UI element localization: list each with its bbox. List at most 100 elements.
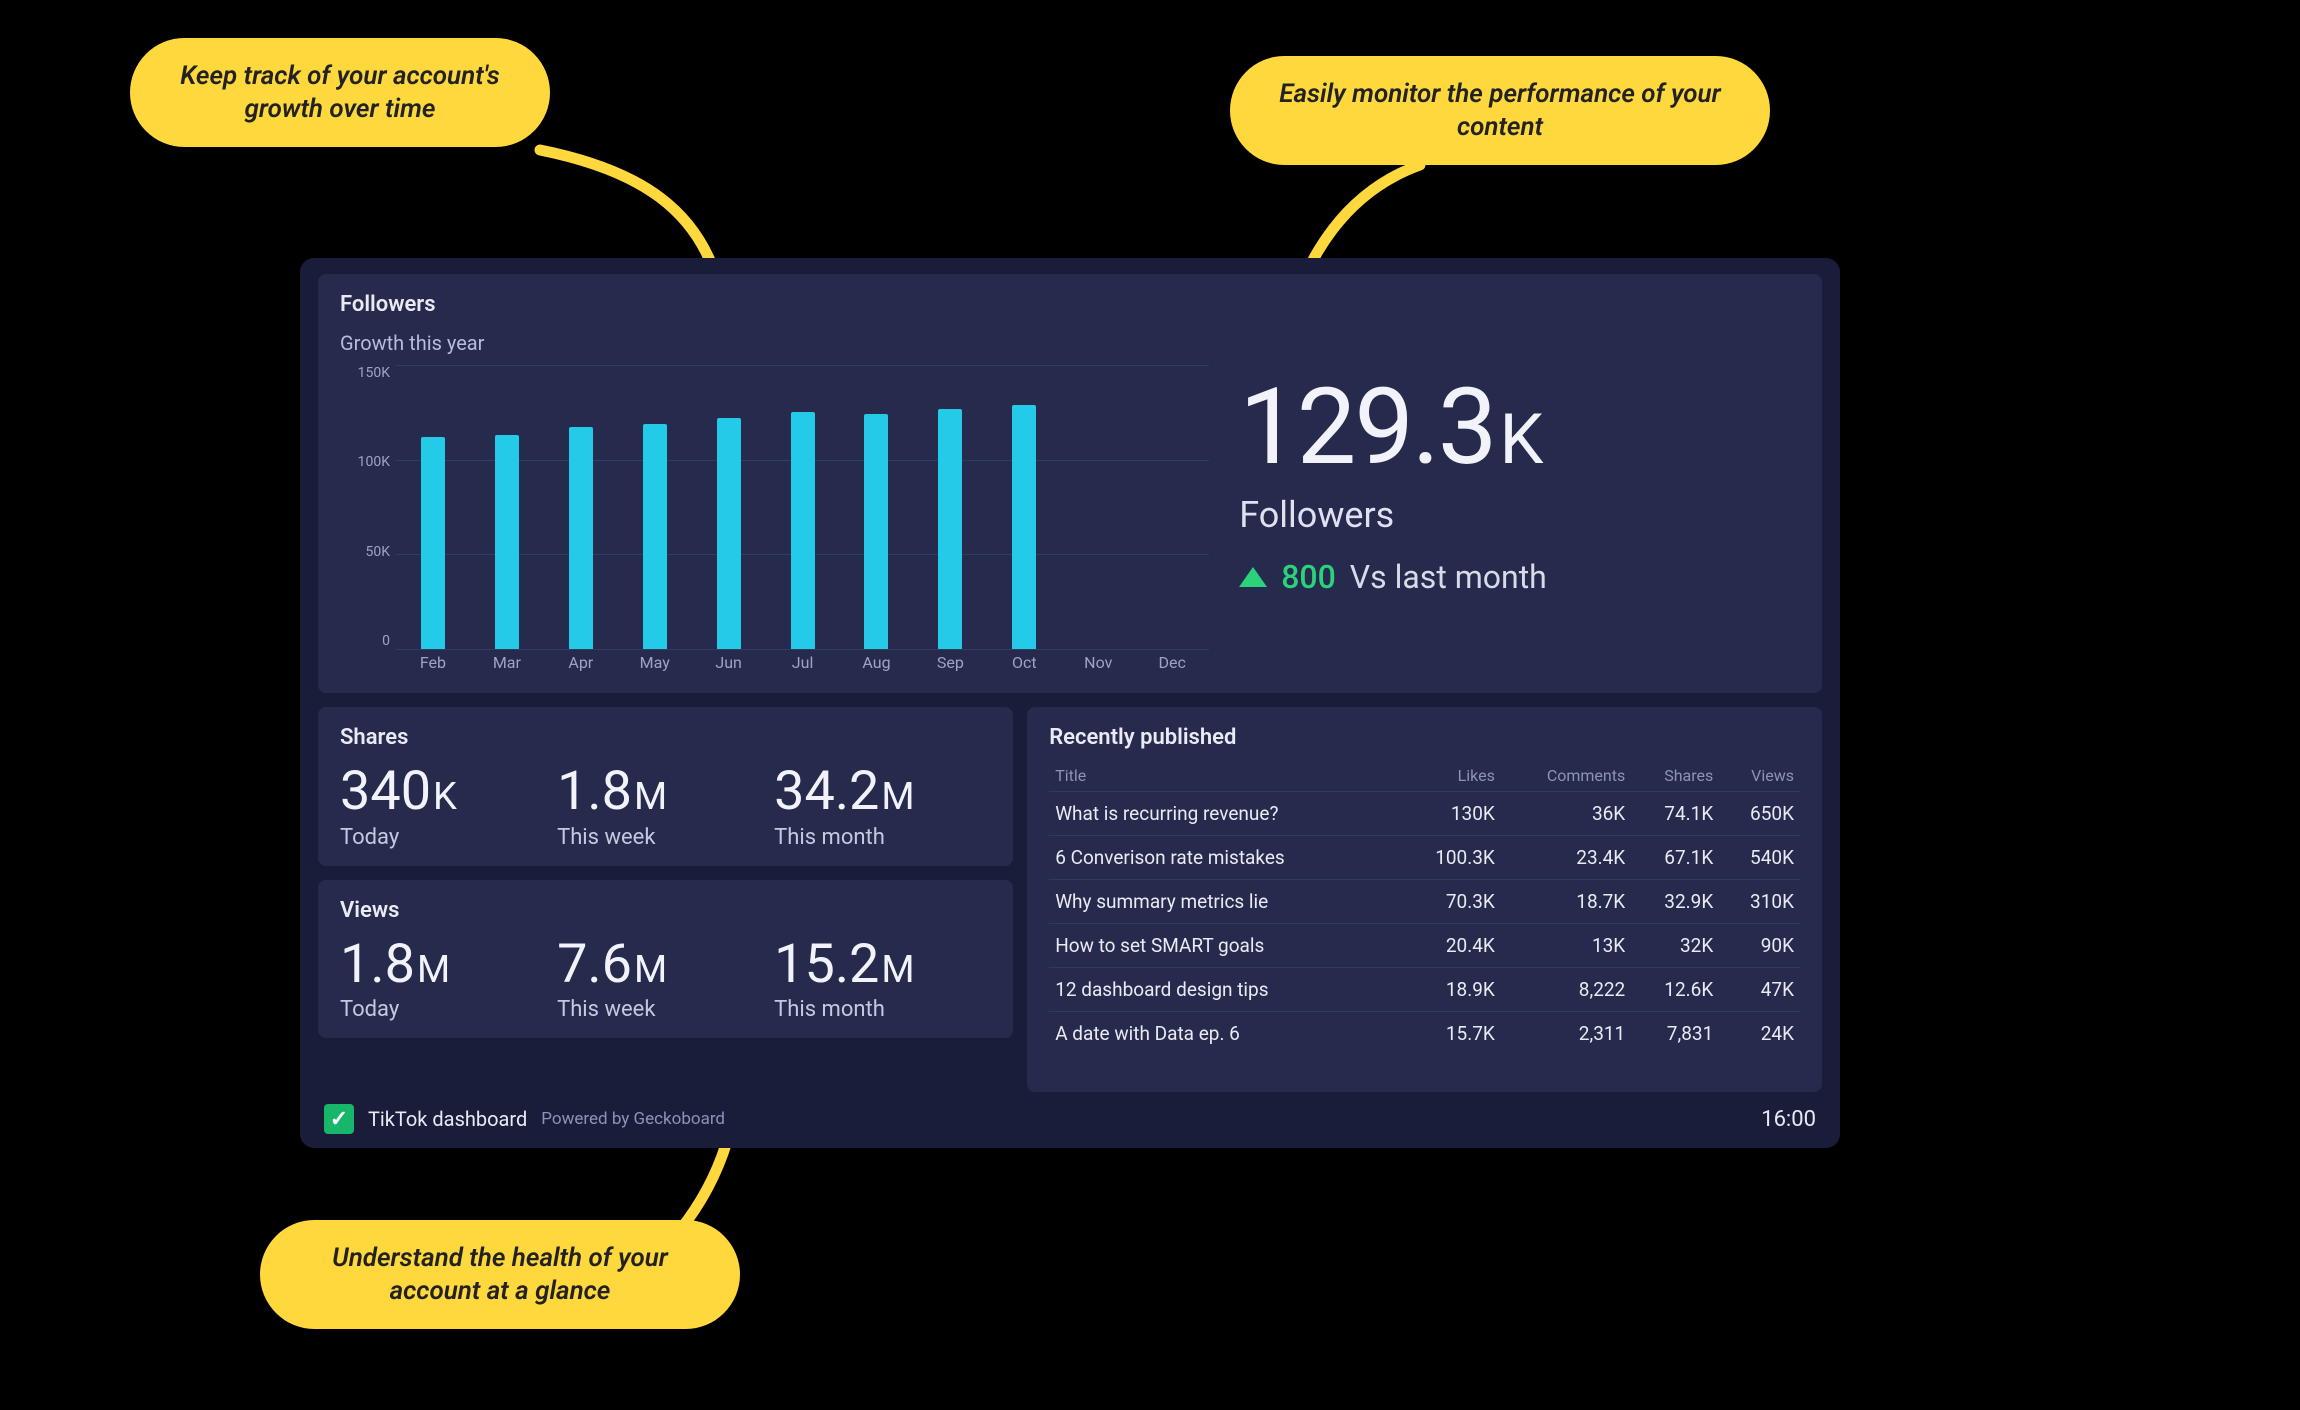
- bar-slot: [1061, 365, 1135, 649]
- table-row: 6 Converison rate mistakes100.3K23.4K67.…: [1049, 836, 1800, 880]
- delta-value: 800: [1281, 558, 1336, 596]
- metric-label: Today: [340, 997, 557, 1022]
- bar-slot: [766, 365, 840, 649]
- recent-title: Recently published: [1049, 725, 1800, 750]
- metric-cell: 7.6M This week: [557, 937, 774, 1023]
- x-label: Apr: [544, 653, 618, 677]
- clock: 16:00: [1761, 1107, 1816, 1132]
- followers-delta: 800 Vs last month: [1239, 558, 1800, 596]
- dashboard-footer: ✓ TikTok dashboard Powered by Geckoboard…: [318, 1092, 1822, 1138]
- metric-label: This week: [557, 825, 774, 850]
- geckoboard-logo-icon: ✓: [324, 1104, 354, 1134]
- x-label: Nov: [1061, 653, 1135, 677]
- table-cell: 15.7K: [1398, 1012, 1501, 1056]
- followers-label: Followers: [1239, 494, 1800, 536]
- x-label: Sep: [913, 653, 987, 677]
- x-label: Aug: [840, 653, 914, 677]
- table-cell: Why summary metrics lie: [1049, 880, 1397, 924]
- followers-subtitle: Growth this year: [340, 331, 1209, 355]
- table-cell: 20.4K: [1398, 924, 1501, 968]
- recent-panel: Recently published TitleLikesCommentsSha…: [1027, 707, 1822, 1092]
- followers-count: 129.3 K: [1239, 374, 1800, 480]
- callout-content: Easily monitor the performance of your c…: [1230, 56, 1770, 165]
- metric-cell: 340KToday: [340, 764, 557, 850]
- metric-value: 1.8M: [340, 937, 557, 994]
- metric-cell: 1.8M Today: [340, 937, 557, 1023]
- shares-panel: Shares 340KToday1.8M This week34.2M This m…: [318, 707, 1013, 866]
- dashboard-name: TikTok dashboard: [368, 1107, 527, 1131]
- table-cell: 7,831: [1631, 1012, 1719, 1056]
- table-cell: 32.9K: [1631, 880, 1719, 924]
- metric-value: 15.2M: [774, 937, 991, 994]
- metric-label: Today: [340, 825, 557, 850]
- bar: [643, 424, 667, 649]
- table-header: Comments: [1501, 760, 1631, 792]
- views-title: Views: [340, 898, 991, 923]
- x-label: Jun: [692, 653, 766, 677]
- table-cell: 2,311: [1501, 1012, 1631, 1056]
- bar-slot: [618, 365, 692, 649]
- x-label: May: [618, 653, 692, 677]
- bar-slot: [544, 365, 618, 649]
- table-cell: 130K: [1398, 792, 1501, 836]
- bar: [717, 418, 741, 649]
- y-tick: 100K: [340, 454, 396, 470]
- callout-growth: Keep track of your account's growth over…: [130, 38, 550, 147]
- bar: [421, 437, 445, 649]
- x-label: Oct: [987, 653, 1061, 677]
- table-header: Shares: [1631, 760, 1719, 792]
- table-cell: 18.9K: [1398, 968, 1501, 1012]
- table-cell: 36K: [1501, 792, 1631, 836]
- table-cell: 540K: [1719, 836, 1800, 880]
- table-cell: A date with Data ep. 6: [1049, 1012, 1397, 1056]
- y-tick: 50K: [340, 544, 396, 560]
- table-cell: 6 Converison rate mistakes: [1049, 836, 1397, 880]
- metric-cell: 1.8M This week: [557, 764, 774, 850]
- table-cell: 32K: [1631, 924, 1719, 968]
- metric-label: This week: [557, 997, 774, 1022]
- followers-title: Followers: [340, 292, 1209, 317]
- bar: [569, 427, 593, 649]
- metric-value: 34.2M: [774, 764, 991, 821]
- bar-slot: [913, 365, 987, 649]
- table-header: Likes: [1398, 760, 1501, 792]
- metric-value: 7.6M: [557, 937, 774, 994]
- big-value: 129.3: [1239, 374, 1495, 480]
- x-label: Feb: [396, 653, 470, 677]
- table-row: Why summary metrics lie70.3K18.7K32.9K31…: [1049, 880, 1800, 924]
- table-cell: What is recurring revenue?: [1049, 792, 1397, 836]
- table-cell: 310K: [1719, 880, 1800, 924]
- recent-table: TitleLikesCommentsSharesViews What is re…: [1049, 760, 1800, 1055]
- delta-label: Vs last month: [1350, 558, 1547, 596]
- table-cell: 650K: [1719, 792, 1800, 836]
- x-label: Jul: [766, 653, 840, 677]
- bar: [938, 409, 962, 649]
- bar-slot: [470, 365, 544, 649]
- table-cell: 8,222: [1501, 968, 1631, 1012]
- table-header: Views: [1719, 760, 1800, 792]
- table-header: Title: [1049, 760, 1397, 792]
- table-cell: How to set SMART goals: [1049, 924, 1397, 968]
- table-cell: 90K: [1719, 924, 1800, 968]
- table-cell: 70.3K: [1398, 880, 1501, 924]
- table-cell: 100.3K: [1398, 836, 1501, 880]
- followers-panel: Followers Growth this year 150K100K50K0 …: [318, 274, 1822, 693]
- bar: [1012, 405, 1036, 649]
- metric-value: 1.8M: [557, 764, 774, 821]
- y-tick: 0: [340, 633, 396, 649]
- bar-slot: [692, 365, 766, 649]
- bar: [495, 435, 519, 649]
- metric-cell: 15.2M This month: [774, 937, 991, 1023]
- metric-label: This month: [774, 997, 991, 1022]
- table-cell: 23.4K: [1501, 836, 1631, 880]
- metric-cell: 34.2M This month: [774, 764, 991, 850]
- y-tick: 150K: [340, 365, 396, 381]
- table-row: A date with Data ep. 615.7K2,3117,83124K: [1049, 1012, 1800, 1056]
- bar-slot: [840, 365, 914, 649]
- x-label: Dec: [1135, 653, 1209, 677]
- shares-title: Shares: [340, 725, 991, 750]
- table-cell: 24K: [1719, 1012, 1800, 1056]
- table-cell: 67.1K: [1631, 836, 1719, 880]
- bar: [864, 414, 888, 649]
- metric-label: This month: [774, 825, 991, 850]
